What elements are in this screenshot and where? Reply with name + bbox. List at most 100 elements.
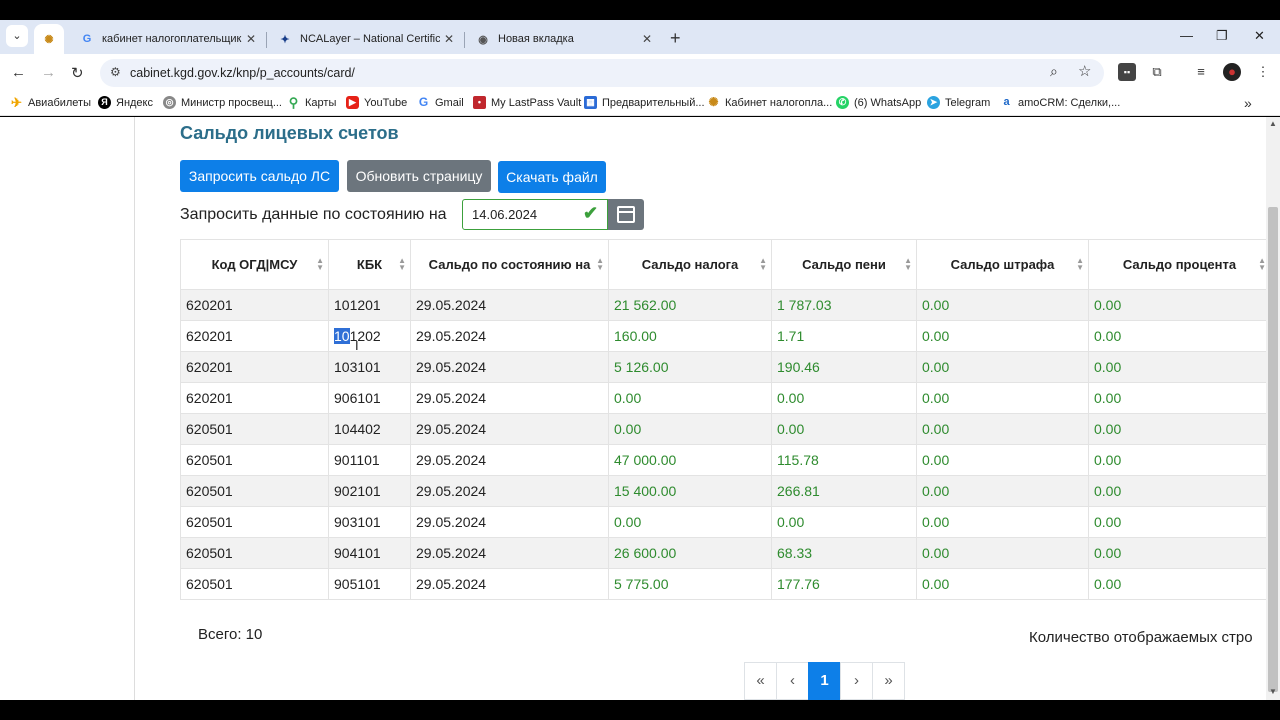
- bookmark-item[interactable]: ➤ Telegram: [927, 96, 990, 109]
- table-cell: 905101: [328, 568, 411, 600]
- bookmark-item[interactable]: ⚲ Карты: [287, 96, 337, 109]
- date-value[interactable]: 14.06.2024: [472, 207, 537, 222]
- column-header-interest-balance[interactable]: Сальдо процента ▲ ▼: [1088, 239, 1266, 290]
- bookmark-item[interactable]: ✈ Авиабилеты: [10, 96, 91, 109]
- bookmark-item[interactable]: • My LastPass Vault: [473, 96, 581, 109]
- ncalayer-icon: ✦: [280, 33, 290, 46]
- sort-icon[interactable]: ▲ ▼: [1076, 257, 1084, 272]
- table-cell: 0.00: [916, 289, 1089, 321]
- vertical-scrollbar[interactable]: ▲ ▼: [1266, 117, 1280, 700]
- table-cell: 115.78: [771, 444, 917, 476]
- table-cell: 620201: [180, 320, 329, 352]
- table-cell: 0.00: [1088, 382, 1266, 414]
- table-cell: 0.00: [916, 475, 1089, 507]
- tab-new-tab[interactable]: ◉ Новая вкладка ✕: [466, 24, 662, 54]
- close-tab-icon[interactable]: ✕: [638, 32, 656, 46]
- balance-table: Код ОГД|МСУ ▲ ▼ КБК ▲ ▼ Сальдо по состоянию …: [180, 239, 1266, 600]
- sort-icon[interactable]: ▲ ▼: [398, 257, 406, 272]
- table-cell: 0.00: [1088, 475, 1266, 507]
- extensions-puzzle-icon[interactable]: ⧉: [1148, 63, 1166, 81]
- media-control-icon[interactable]: ≡: [1192, 63, 1210, 81]
- new-tab-plus-icon[interactable]: +: [670, 28, 681, 49]
- table-cell: 29.05.2024: [410, 289, 609, 321]
- date-input[interactable]: 14.06.2024 ✔: [462, 199, 608, 230]
- sort-icon[interactable]: ▲ ▼: [316, 257, 324, 272]
- more-bookmarks-icon[interactable]: »: [1244, 95, 1252, 111]
- table-row: 620501 104402 29.05.2024 0.00 0.00 0.00 0.00: [180, 413, 1266, 445]
- table-row: 620201 101201 29.05.2024 21 562.00 1 787.03 0…: [180, 289, 1266, 321]
- scroll-down-icon[interactable]: ▼: [1269, 687, 1277, 696]
- table-cell: 0.00: [916, 444, 1089, 476]
- bookmark-item[interactable]: ▶ YouTube: [346, 96, 407, 109]
- tab-ncalayer[interactable]: ✦ NCALayer – National Certificatio ✕: [268, 24, 464, 54]
- table-cell: 906101: [328, 382, 411, 414]
- restore-icon[interactable]: ❐: [1216, 28, 1228, 44]
- column-header-tax-balance[interactable]: Сальдо налога ▲ ▼: [608, 239, 772, 290]
- bookmark-item[interactable]: Я Яндекс: [98, 96, 153, 109]
- avatar[interactable]: ●: [1223, 63, 1241, 81]
- table-row: 620201 906101 29.05.2024 0.00 0.00 0.00 0.00: [180, 382, 1266, 414]
- prev-page-button[interactable]: ‹: [776, 662, 809, 700]
- zoom-search-icon[interactable]: ⌕: [1050, 63, 1058, 80]
- table-cell: 904101: [328, 537, 411, 569]
- table-cell: 0.00: [1088, 568, 1266, 600]
- gmail-icon: G: [418, 95, 429, 109]
- calendar-app-icon: ▦: [584, 96, 597, 109]
- amocrm-icon: a: [1003, 96, 1010, 108]
- reload-icon[interactable]: ↻: [71, 64, 84, 82]
- sort-icon[interactable]: ▲ ▼: [759, 257, 767, 272]
- sort-icon[interactable]: ▲ ▼: [596, 257, 604, 272]
- download-file-button[interactable]: Скачать файл: [498, 161, 606, 193]
- table-cell: 15 400.00: [608, 475, 772, 507]
- bookmark-item[interactable]: ▦ Предварительный...: [584, 96, 705, 109]
- kgd-emblem-icon: ✺: [708, 95, 719, 109]
- column-header-ogd[interactable]: Код ОГД|МСУ ▲ ▼: [180, 239, 329, 290]
- menu-kebab-icon[interactable]: ⋮: [1254, 63, 1272, 81]
- site-info-icon[interactable]: ⚙: [110, 65, 121, 79]
- table-row: 620501 904101 29.05.2024 26 600.00 68.33 0.00…: [180, 537, 1266, 569]
- table-cell: 0.00: [1088, 320, 1266, 352]
- bookmark-item[interactable]: G Gmail: [417, 96, 464, 109]
- request-balance-button[interactable]: Запросить сальдо ЛС: [180, 160, 339, 192]
- bookmark-item[interactable]: ✺ Кабинет налогопла...: [707, 96, 832, 109]
- bookmark-item[interactable]: a amoCRM: Сделки,...: [1000, 96, 1120, 109]
- column-header-fine-balance[interactable]: Сальдо штрафа ▲ ▼: [916, 239, 1089, 290]
- column-header-kbk[interactable]: КБК ▲ ▼: [328, 239, 411, 290]
- bookmark-item[interactable]: ✆ (6) WhatsApp: [836, 96, 921, 109]
- table-cell: 620501: [180, 537, 329, 569]
- sort-icon[interactable]: ▲ ▼: [1258, 257, 1266, 272]
- first-page-button[interactable]: «: [744, 662, 777, 700]
- table-row: 620501 903101 29.05.2024 0.00 0.00 0.00 0.00: [180, 506, 1266, 538]
- calendar-button[interactable]: [608, 199, 644, 230]
- table-cell: 0.00: [771, 382, 917, 414]
- close-window-icon[interactable]: ✕: [1254, 28, 1265, 44]
- column-header-penalty-balance[interactable]: Сальдо пени ▲ ▼: [771, 239, 917, 290]
- table-cell: 0.00: [1088, 506, 1266, 538]
- table-cell: 0.00: [1088, 537, 1266, 569]
- refresh-page-button[interactable]: Обновить страницу: [347, 160, 491, 192]
- next-page-button[interactable]: ›: [840, 662, 873, 700]
- scroll-up-icon[interactable]: ▲: [1269, 119, 1277, 128]
- extension-icon[interactable]: ▪▪: [1118, 63, 1136, 81]
- telegram-icon: ➤: [927, 96, 940, 109]
- tab-tax-cabinet[interactable]: G кабинет налогоплательщика - ✕: [70, 24, 266, 54]
- scrollbar-thumb[interactable]: [1268, 207, 1278, 692]
- last-page-button[interactable]: »: [872, 662, 905, 700]
- bookmark-item[interactable]: ◎ Министр просвещ...: [163, 96, 282, 109]
- check-valid-icon: ✔: [583, 203, 599, 223]
- url-text[interactable]: cabinet.kgd.gov.kz/knp/p_accounts/card/: [130, 66, 355, 80]
- close-tab-icon[interactable]: ✕: [242, 32, 260, 46]
- minimize-icon[interactable]: —: [1180, 28, 1193, 43]
- table-cell: 5 775.00: [608, 568, 772, 600]
- forward-arrow-icon[interactable]: →: [41, 64, 56, 81]
- table-cell: 29.05.2024: [410, 506, 609, 538]
- address-bar[interactable]: ⚙ cabinet.kgd.gov.kz/knp/p_accounts/card…: [100, 59, 1104, 87]
- bookmark-star-icon[interactable]: ☆: [1078, 62, 1091, 80]
- pinned-tab[interactable]: ✺: [34, 24, 64, 54]
- column-header-balance-date[interactable]: Сальдо по состоянию на ▲ ▼: [410, 239, 609, 290]
- tab-search-chevron-icon[interactable]: ⌄: [6, 25, 28, 47]
- close-tab-icon[interactable]: ✕: [440, 32, 458, 46]
- page-1-button[interactable]: 1: [808, 662, 841, 700]
- sort-icon[interactable]: ▲ ▼: [904, 257, 912, 272]
- back-arrow-icon[interactable]: ←: [11, 64, 26, 81]
